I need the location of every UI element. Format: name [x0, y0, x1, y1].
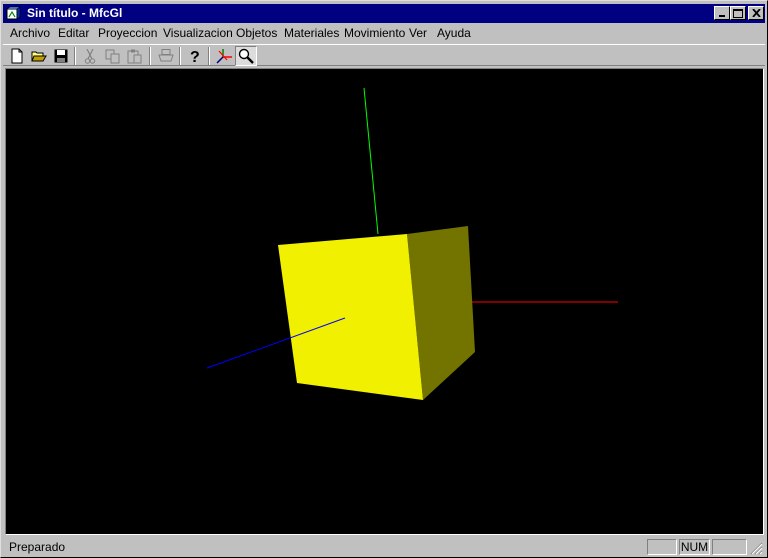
menu-materiales[interactable]: Materiales [284, 26, 339, 40]
resize-grip-icon[interactable] [750, 542, 763, 555]
maximize-button[interactable] [730, 6, 746, 20]
scene-canvas[interactable] [6, 69, 763, 534]
menu-objetos[interactable]: Objetos [236, 26, 277, 40]
status-bar: Preparado NUM [3, 538, 765, 556]
cut-button[interactable] [79, 46, 101, 66]
open-folder-button[interactable] [28, 46, 50, 66]
new-file-button[interactable] [6, 46, 28, 66]
paste-button[interactable] [123, 46, 145, 66]
open-folder-icon [31, 51, 47, 62]
menu-editar[interactable]: Editar [58, 26, 89, 40]
toolbar: ? [3, 44, 765, 66]
close-icon [751, 9, 761, 17]
menu-ayuda[interactable]: Ayuda [437, 26, 471, 40]
title-bar[interactable]: Sin título - MfcGl [3, 4, 765, 23]
app-icon[interactable] [6, 6, 22, 21]
status-indicator-scrl [712, 539, 747, 555]
help-icon: ? [190, 49, 200, 64]
window-title: Sin título - MfcGl [27, 6, 123, 20]
copy-button[interactable] [101, 46, 123, 66]
menu-visualizacion[interactable]: Visualizacion [163, 26, 233, 40]
application-window: Sin título - MfcGl Archivo Editar Proyec… [0, 0, 768, 558]
help-button[interactable]: ? [184, 46, 206, 66]
status-indicator-caps [647, 539, 677, 555]
menu-ver[interactable]: Ver [409, 26, 427, 40]
status-indicator-num: NUM [679, 539, 710, 555]
menu-proyeccion[interactable]: Proyeccion [98, 26, 157, 40]
y-axis-line [363, 87, 379, 235]
status-text: Preparado [9, 540, 66, 554]
zoom-button[interactable] [235, 46, 257, 66]
svg-text:?: ? [190, 49, 200, 64]
menu-archivo[interactable]: Archivo [10, 26, 50, 40]
new-file-icon [11, 48, 23, 64]
toolbar-separator [149, 47, 151, 65]
toolbar-separator [179, 47, 181, 65]
paste-icon [127, 49, 141, 63]
axes-button[interactable] [213, 46, 235, 66]
menu-movimiento[interactable]: Movimiento [344, 26, 405, 40]
print-button[interactable] [155, 46, 177, 66]
toolbar-separator [74, 47, 76, 65]
print-icon [158, 49, 174, 62]
save-button[interactable] [50, 46, 72, 66]
toolbar-separator [208, 47, 210, 65]
maximize-icon [733, 8, 743, 18]
zoom-icon [238, 48, 254, 64]
minimize-button[interactable] [714, 6, 730, 20]
save-icon [54, 49, 68, 63]
close-button[interactable] [748, 6, 764, 20]
minimize-icon [719, 15, 725, 17]
cube-front-face [278, 234, 423, 400]
opengl-viewport[interactable] [5, 68, 764, 535]
copy-icon [105, 49, 119, 63]
axes-icon [216, 49, 232, 64]
cut-icon [84, 48, 96, 64]
menu-bar: Archivo Editar Proyeccion Visualizacion … [3, 23, 765, 43]
